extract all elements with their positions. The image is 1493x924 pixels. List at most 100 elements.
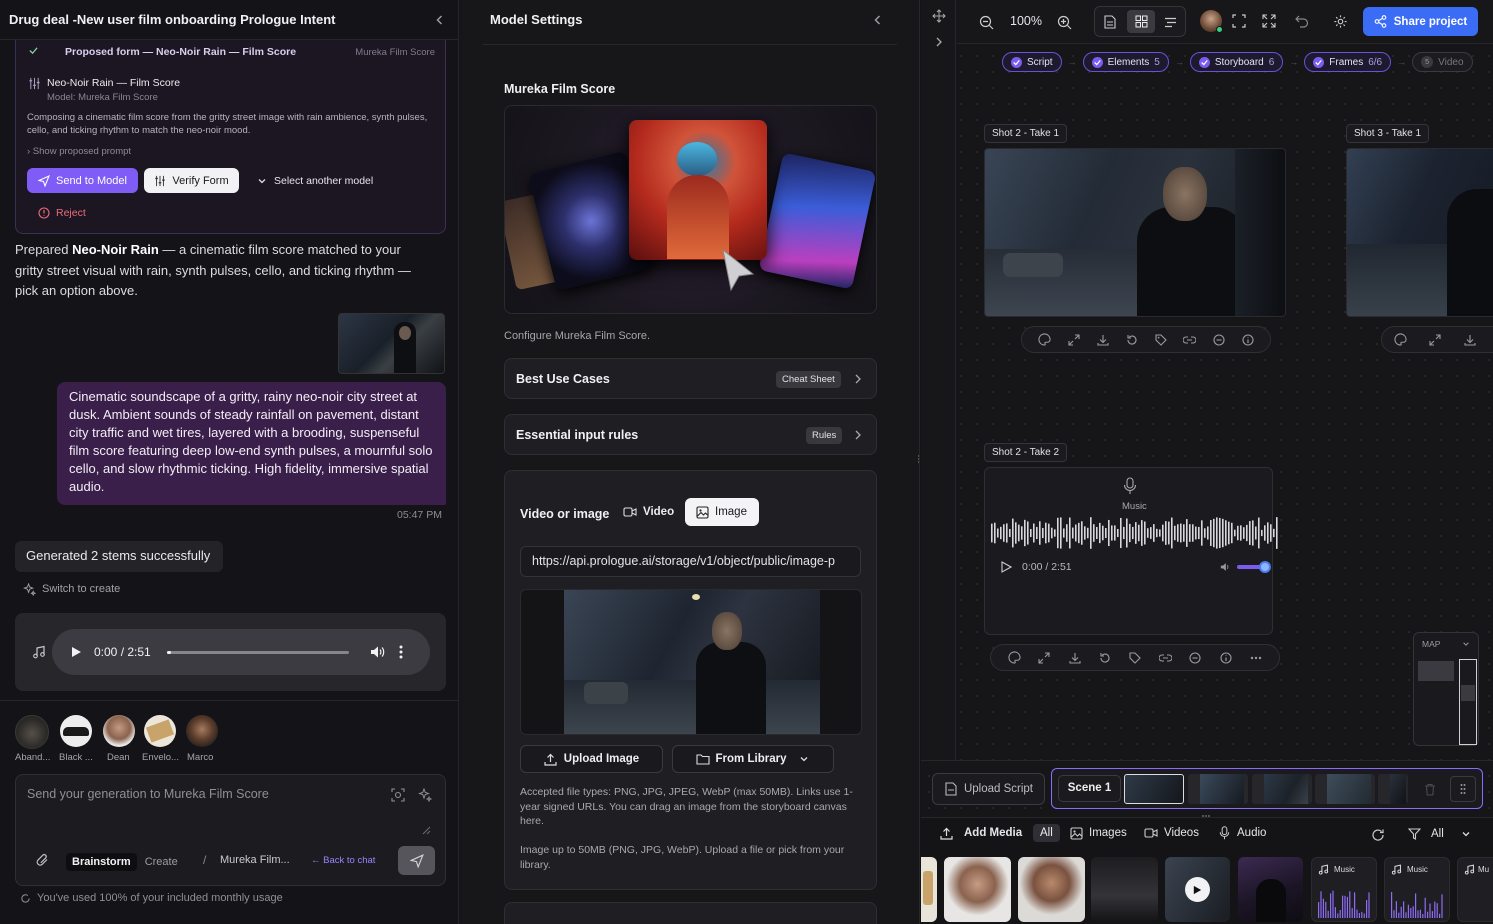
minus-circle-icon[interactable] — [1211, 332, 1227, 348]
upload-script-button[interactable]: Upload Script — [932, 773, 1045, 805]
media-item[interactable] — [944, 857, 1011, 922]
more-vertical-icon[interactable] — [396, 644, 406, 660]
sparkles-icon[interactable] — [417, 787, 433, 803]
image-url-field[interactable]: https://api.prologue.ai/storage/v1/objec… — [520, 546, 861, 577]
move-icon[interactable] — [931, 8, 947, 24]
chevron-right-icon[interactable] — [933, 35, 945, 49]
input-rules-row[interactable]: Essential input rules Rules — [504, 414, 877, 455]
step-frames[interactable]: Frames 6/6 — [1304, 52, 1392, 72]
shot-frame[interactable] — [1346, 148, 1493, 317]
collapse-icon[interactable] — [870, 12, 886, 28]
share-project-button[interactable]: Share project — [1363, 7, 1478, 36]
refresh-icon[interactable] — [1370, 827, 1386, 843]
play-button[interactable] — [1185, 877, 1210, 902]
cheat-sheet-badge[interactable]: Cheat Sheet — [776, 371, 841, 388]
best-use-cases-row[interactable]: Best Use Cases Cheat Sheet — [504, 358, 877, 399]
scene-frame[interactable] — [1315, 774, 1375, 804]
download-icon[interactable] — [1095, 332, 1111, 348]
avatar[interactable] — [186, 715, 218, 747]
filter-videos[interactable]: Videos — [1144, 826, 1199, 840]
info-icon[interactable] — [1218, 650, 1234, 666]
attach-icon[interactable] — [34, 852, 50, 868]
redo-icon[interactable] — [1097, 650, 1113, 666]
scan-icon[interactable] — [390, 787, 406, 803]
filter-images[interactable]: Images — [1069, 826, 1127, 840]
attached-image-thumbnail[interactable] — [338, 313, 445, 374]
music-card[interactable]: Music 0:00 / 2:51 — [984, 467, 1278, 635]
volume-icon[interactable] — [1219, 561, 1231, 573]
minimap-viewport[interactable] — [1459, 659, 1477, 745]
volume-knob[interactable] — [1259, 561, 1271, 573]
media-item[interactable] — [1165, 857, 1230, 922]
expand-icon[interactable] — [1066, 332, 1082, 348]
from-library-button[interactable]: From Library — [672, 745, 834, 773]
rules-badge[interactable]: Rules — [806, 427, 843, 444]
tab-image[interactable]: Image — [685, 498, 759, 526]
switch-to-create-button[interactable]: Switch to create — [22, 580, 120, 598]
fullscreen-icon[interactable] — [1260, 12, 1278, 30]
step-storyboard[interactable]: Storyboard 6 — [1189, 52, 1284, 72]
model-selector[interactable]: Mureka Film... — [220, 854, 290, 866]
scene-frame-selected[interactable] — [1124, 774, 1184, 804]
minus-circle-icon[interactable] — [1187, 650, 1203, 666]
media-audio-item[interactable]: Mu — [1457, 857, 1493, 922]
step-script[interactable]: Script — [1002, 52, 1062, 72]
select-model-dropdown[interactable]: Select another model — [256, 168, 373, 193]
mode-create-button[interactable]: Create — [141, 853, 182, 871]
tag-icon[interactable] — [1127, 650, 1143, 666]
send-button[interactable] — [398, 846, 435, 875]
media-audio-item[interactable]: Music — [1311, 857, 1377, 922]
chevron-down-icon[interactable] — [1461, 639, 1471, 649]
tab-video[interactable]: Video — [615, 498, 682, 525]
trash-icon[interactable] — [1420, 779, 1440, 799]
expand-icon[interactable] — [1036, 650, 1052, 666]
download-icon[interactable] — [1067, 650, 1083, 666]
zoom-in-icon[interactable] — [1055, 13, 1073, 31]
zoom-level[interactable]: 100% — [1010, 14, 1042, 28]
timeline-icon[interactable] — [1162, 14, 1178, 30]
shot-frame[interactable] — [984, 148, 1286, 317]
more-horizontal-icon[interactable] — [1248, 650, 1264, 666]
media-item[interactable] — [1238, 857, 1303, 922]
undo-icon[interactable] — [1293, 12, 1311, 30]
zoom-out-icon[interactable] — [977, 13, 995, 31]
scene-frame[interactable] — [1252, 774, 1312, 804]
verify-form-button[interactable]: Verify Form — [144, 168, 239, 193]
palette-icon[interactable] — [1037, 332, 1053, 348]
drag-handle-icon[interactable] — [915, 452, 919, 466]
resize-handle-icon[interactable] — [420, 824, 432, 836]
grip-icon[interactable] — [1450, 776, 1476, 802]
avatar[interactable] — [15, 715, 49, 749]
link-icon[interactable] — [1157, 650, 1173, 666]
media-item[interactable] — [921, 857, 937, 922]
document-icon[interactable] — [1102, 14, 1118, 30]
tag-icon[interactable] — [1153, 332, 1169, 348]
add-media-button[interactable]: Add Media — [939, 826, 1022, 840]
send-to-model-button[interactable]: Send to Model — [27, 168, 138, 193]
avatar[interactable] — [144, 715, 176, 747]
show-prompt-toggle[interactable]: › Show proposed prompt — [27, 146, 131, 157]
download-icon[interactable] — [1462, 332, 1478, 348]
scene-frame[interactable] — [1378, 774, 1408, 804]
upload-image-button[interactable]: Upload Image — [520, 745, 663, 773]
back-to-chat-link[interactable]: ← Back to chat — [311, 855, 375, 866]
mode-brainstorm-button[interactable]: Brainstorm — [66, 852, 137, 871]
palette-icon[interactable] — [1006, 650, 1022, 666]
composer-input[interactable]: Send your generation to Mureka Film Scor… — [27, 787, 377, 801]
grid-view-button[interactable] — [1127, 10, 1155, 33]
filter-audio[interactable]: Audio — [1217, 826, 1266, 840]
play-icon[interactable] — [999, 560, 1013, 574]
step-video[interactable]: 5 Video — [1412, 52, 1473, 72]
collapse-left-icon[interactable] — [432, 12, 448, 28]
scene-label[interactable]: Scene 1 — [1058, 775, 1121, 802]
filter-dropdown[interactable]: All — [1407, 827, 1472, 841]
focus-icon[interactable] — [1230, 12, 1248, 30]
volume-icon[interactable] — [369, 644, 385, 660]
filter-all[interactable]: All — [1033, 824, 1060, 842]
reject-button[interactable]: Reject — [38, 204, 86, 222]
link-icon[interactable] — [1182, 332, 1198, 348]
scene-frame[interactable] — [1188, 774, 1248, 804]
play-icon[interactable] — [68, 644, 84, 660]
palette-icon[interactable] — [1392, 332, 1408, 348]
expand-icon[interactable] — [1427, 332, 1443, 348]
